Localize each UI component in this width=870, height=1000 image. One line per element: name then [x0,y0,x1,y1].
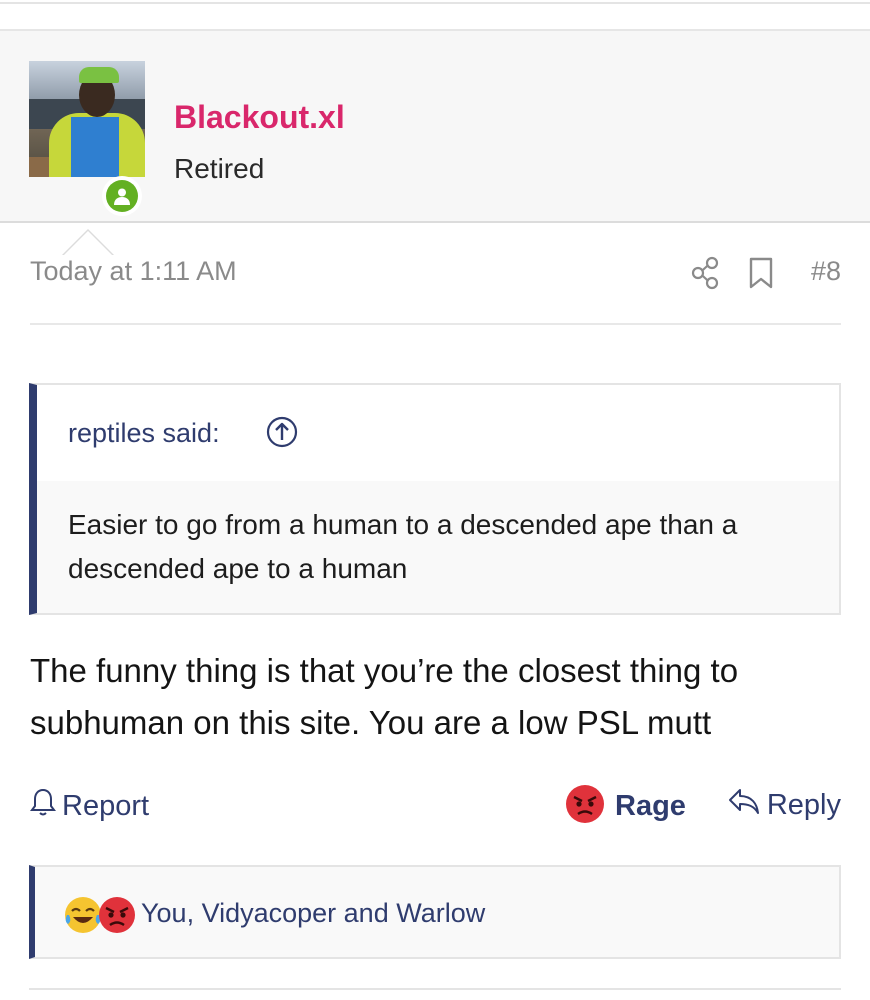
top-divider [0,2,870,4]
meta-divider [30,323,841,325]
quote-block: reptiles said: Easier to go from a human… [29,383,841,615]
report-button[interactable]: Report [30,786,149,826]
reply-label: Reply [766,788,841,821]
reactions-bar[interactable]: You, Vidyacoper and Warlow [29,865,841,959]
reply-arrow-icon [727,786,761,824]
post-actions: Report Rage Reply [30,784,841,830]
user-title: Retired [174,153,265,184]
quote-header: reptiles said: [37,385,839,481]
bookmark-icon[interactable] [748,256,774,295]
report-label: Report [62,789,150,822]
avatar[interactable] [29,61,145,177]
bell-icon [30,786,56,826]
username-link[interactable]: Blackout.xl [174,99,345,136]
share-icon[interactable] [690,256,720,295]
angry-emoji-icon [97,895,137,940]
bottom-divider [29,988,841,990]
post-message: The funny thing is that you’re the close… [30,652,739,741]
post-number-link[interactable]: #8 [811,256,841,287]
jump-to-quote-icon[interactable] [265,415,299,454]
reaction-button[interactable]: Rage [565,784,686,829]
quote-author[interactable]: reptiles said: [68,418,220,449]
post-meta: Today at 1:11 AM #8 [30,252,841,298]
quote-text: Easier to go from a human to a descended… [68,509,738,584]
online-status-icon [102,176,142,216]
post-user-header: Blackout.xl Retired [0,29,870,255]
angry-emoji-icon [565,784,605,829]
reaction-users-link[interactable]: You, Vidyacoper and Warlow [141,898,485,929]
reply-button[interactable]: Reply [727,786,841,824]
post-timestamp[interactable]: Today at 1:11 AM [30,256,237,287]
reaction-icons [63,895,143,935]
reaction-label: Rage [615,790,686,822]
